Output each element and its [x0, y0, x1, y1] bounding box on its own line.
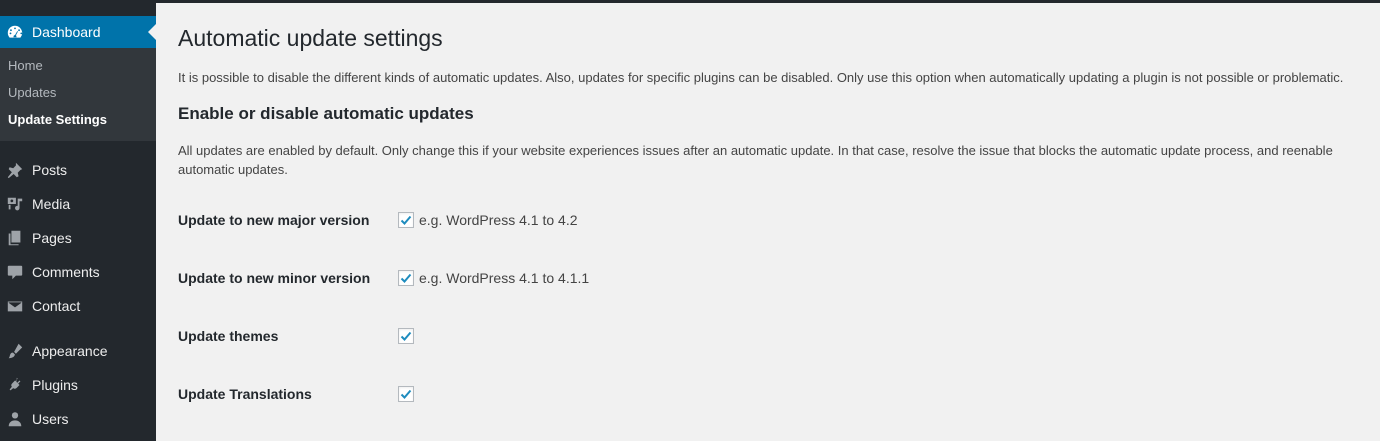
sidebar-item-media[interactable]: Media [0, 187, 156, 221]
setting-hint: e.g. WordPress 4.1 to 4.2 [419, 212, 578, 228]
page-title: Automatic update settings [178, 25, 443, 51]
plug-icon [6, 376, 24, 394]
sidebar-menu: Posts Media Pages Comments Contact Appea… [0, 153, 156, 436]
sidebar-item-label: Dashboard [32, 24, 101, 40]
sidebar-item-label: Comments [32, 264, 100, 280]
sidebar-item-label: Appearance [32, 343, 108, 359]
comment-icon [6, 263, 24, 281]
main-content: Automatic update settings It is possible… [178, 3, 1358, 423]
dashboard-submenu: Home Updates Update Settings [0, 48, 156, 141]
minor-version-checkbox[interactable] [398, 270, 414, 286]
setting-label: Update to new minor version [178, 270, 371, 286]
pages-icon [6, 229, 24, 247]
sidebar-item-posts[interactable]: Posts [0, 153, 156, 187]
sidebar-item-comments[interactable]: Comments [0, 255, 156, 289]
settings-form: Update to new major version e.g. WordPre… [178, 191, 1358, 423]
setting-hint: e.g. WordPress 4.1 to 4.1.1 [419, 270, 590, 286]
major-version-checkbox[interactable] [398, 212, 414, 228]
setting-label: Update themes [178, 328, 279, 344]
envelope-icon [6, 297, 24, 315]
setting-row-minor-version: Update to new minor version e.g. WordPre… [178, 249, 1358, 307]
sidebar-item-label: Users [32, 411, 69, 427]
pushpin-icon [6, 161, 24, 179]
themes-checkbox[interactable] [398, 328, 414, 344]
sidebar-item-pages[interactable]: Pages [0, 221, 156, 255]
sidebar-item-users[interactable]: Users [0, 402, 156, 436]
section-title: Enable or disable automatic updates [178, 104, 474, 123]
sidebar-item-contact[interactable]: Contact [0, 289, 156, 323]
setting-label: Update Translations [178, 386, 312, 402]
sidebar-item-label: Media [32, 196, 71, 212]
section-description: All updates are enabled by default. Only… [178, 143, 1333, 177]
sidebar-item-label: Contact [32, 298, 81, 314]
setting-label: Update to new major version [178, 212, 370, 228]
translations-checkbox[interactable] [398, 386, 414, 402]
checkmark-icon [400, 331, 412, 341]
admin-sidebar: Dashboard Home Updates Update Settings P… [0, 3, 156, 441]
dashboard-icon [6, 23, 24, 41]
paintbrush-icon [6, 342, 24, 360]
sidebar-item-plugins[interactable]: Plugins [0, 368, 156, 402]
setting-row-translations: Update Translations [178, 365, 1358, 423]
media-icon [6, 195, 24, 213]
sidebar-item-label: Posts [32, 162, 68, 178]
checkmark-icon [400, 389, 412, 399]
checkmark-icon [400, 273, 412, 283]
setting-row-major-version: Update to new major version e.g. WordPre… [178, 191, 1358, 249]
sidebar-item-label: Plugins [32, 377, 78, 393]
sidebar-item-label: Pages [32, 230, 72, 246]
user-icon [6, 410, 24, 428]
submenu-item-updates[interactable]: Updates [0, 79, 156, 106]
sidebar-item-appearance[interactable]: Appearance [0, 334, 156, 368]
setting-row-themes: Update themes [178, 307, 1358, 365]
intro-text: It is possible to disable the different … [178, 70, 1344, 85]
sidebar-item-dashboard[interactable]: Dashboard [0, 16, 156, 48]
checkmark-icon [400, 215, 412, 225]
submenu-item-home[interactable]: Home [0, 52, 156, 79]
submenu-item-update-settings[interactable]: Update Settings [0, 106, 156, 133]
